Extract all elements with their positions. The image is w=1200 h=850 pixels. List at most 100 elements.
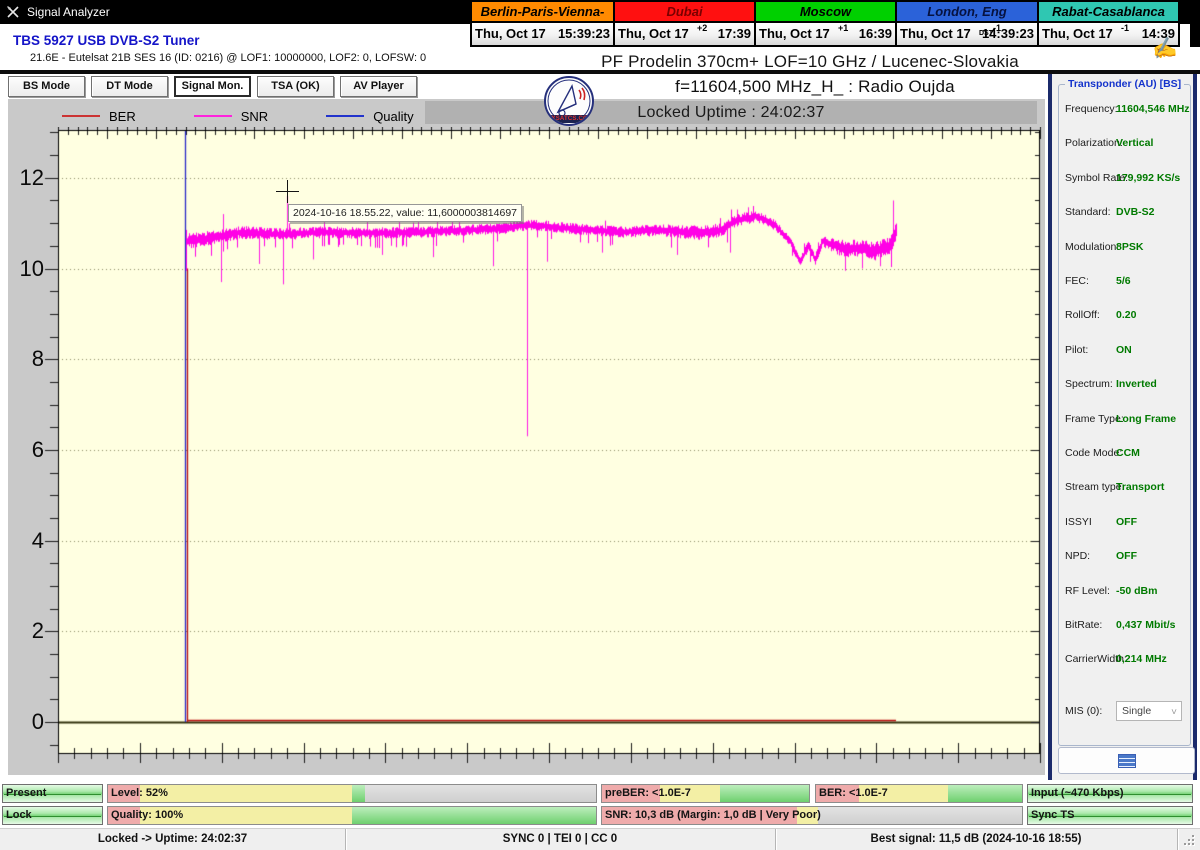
clock-1: Dubai Thu, Oct 17 +2 17:39 bbox=[613, 0, 756, 47]
chart-container: BERSNRQualityLevel Locked Uptime : 24:02… bbox=[8, 99, 1045, 775]
indicator-lock: Lock bbox=[2, 806, 103, 825]
chart-tooltip: 2024-10-16 18.55.22, value: 11,600000381… bbox=[288, 204, 523, 222]
y-tick-label: 0 bbox=[31, 709, 44, 734]
resize-grip[interactable] bbox=[1184, 835, 1196, 847]
bar-label: Input (~470 Kbps) bbox=[1031, 787, 1124, 799]
transponder-panel: Transponder (AU) [BS] Frequency: 11604,54… bbox=[1048, 74, 1197, 780]
meter-empty bbox=[818, 807, 1022, 824]
grip-dot bbox=[1188, 843, 1190, 845]
meter-zone bbox=[352, 807, 596, 824]
tab-row: BS Mode DT Mode Signal Mon. TSA (OK) AV Play… bbox=[8, 76, 417, 97]
signal-analyzer-window: Signal Analyzer TBS 5927 USB DVB-S2 Tune… bbox=[0, 0, 1200, 850]
tp-field-label: ISSYI bbox=[1065, 515, 1092, 528]
stream-list-button[interactable] bbox=[1058, 747, 1195, 774]
clock-date: Thu, Oct 17 bbox=[900, 26, 971, 41]
tp-field-value: -50 dBm bbox=[1116, 584, 1158, 597]
chevron-down-icon: ˅ bbox=[1171, 707, 1177, 718]
legend-label: BER bbox=[109, 108, 136, 124]
clock-2: Moscow Thu, Oct 17 +1 16:39 bbox=[754, 0, 897, 47]
tp-field-label: RF Level: bbox=[1065, 584, 1110, 597]
clock-utc-offset: +1 bbox=[838, 23, 849, 33]
tp-field-label: Standard: bbox=[1065, 206, 1111, 219]
tp-field-label: Code Mode: bbox=[1065, 447, 1123, 459]
meter-quality: Quality: 100% bbox=[107, 806, 597, 825]
bar-label: Quality: 100% bbox=[111, 809, 184, 821]
tp-field-label: Frame Type: bbox=[1065, 412, 1124, 425]
bar-label: Level: 52% bbox=[111, 787, 168, 799]
clock-time-row: Thu, Oct 17 +2 17:39 bbox=[615, 23, 754, 45]
status-bar: Locked -> Uptime: 24:02:37 SYNC 0 | TEI 0… bbox=[0, 828, 1200, 850]
window-title: Signal Analyzer bbox=[27, 5, 110, 19]
meter-zone bbox=[719, 785, 809, 802]
tp-field-label: NPD: bbox=[1065, 550, 1091, 563]
clock-date: Thu, Oct 17 bbox=[618, 26, 689, 41]
mis-value: Single bbox=[1122, 705, 1152, 717]
y-tick-label: 8 bbox=[31, 346, 44, 372]
indicator-input-470-kbps-: Input (~470 Kbps) bbox=[1027, 784, 1193, 803]
world-clock-strip: Berlin-Paris-Vienna-RomaThu, Oct 1715:39… bbox=[470, 0, 1180, 47]
bar-label: Sync TS bbox=[1031, 809, 1075, 821]
meter-zone bbox=[139, 785, 352, 802]
dxsatcs-logo-circle: DXSATCS.COM bbox=[544, 76, 594, 126]
y-tick-label: 10 bbox=[19, 255, 44, 281]
meter-level: Level: 52% bbox=[107, 784, 597, 803]
titlebar-right-filler bbox=[1190, 0, 1200, 47]
status-segment-0: Locked -> Uptime: 24:02:37 bbox=[0, 829, 346, 850]
tp-field-label: Spectrum: bbox=[1065, 378, 1113, 391]
meter-empty bbox=[365, 785, 596, 802]
tp-field-value: Inverted bbox=[1116, 378, 1157, 391]
transponder-title: Transponder (AU) [BS] bbox=[1065, 78, 1185, 90]
locked-uptime-banner: Locked Uptime : 24:02:37 bbox=[425, 101, 1037, 124]
clock-time: 14:39:23 bbox=[981, 26, 1034, 41]
bar-label: Lock bbox=[6, 809, 32, 821]
tp-field-value: 11604,546 MHz bbox=[1116, 103, 1190, 115]
tp-field-label: Frequency: bbox=[1065, 103, 1118, 115]
bar-label: preBER: <1.0E-7 bbox=[605, 787, 691, 799]
meter-ber: BER: <1.0E-7 bbox=[815, 784, 1023, 803]
clock-city-label: Rabat-Casablanca bbox=[1039, 2, 1178, 23]
clock-city-label: Dubai bbox=[615, 2, 754, 23]
tp-field-label: Modulation: bbox=[1065, 240, 1120, 253]
tab-dt-mode[interactable]: DT Mode bbox=[91, 76, 168, 97]
tab-av-player[interactable]: AV Player bbox=[340, 76, 417, 97]
tp-field-value: CCM bbox=[1116, 447, 1140, 459]
tab-tsa-ok-[interactable]: TSA (OK) bbox=[257, 76, 334, 97]
grip-dot bbox=[1192, 835, 1194, 837]
grip-dot bbox=[1192, 839, 1194, 841]
tp-field-value: 5/6 bbox=[1116, 275, 1131, 287]
indicator-sync-ts: Sync TS bbox=[1027, 806, 1193, 825]
meter-zone bbox=[352, 785, 366, 802]
legend-item-quality: Quality bbox=[326, 108, 414, 124]
stream-list-icon bbox=[1117, 753, 1136, 768]
meter-zone bbox=[947, 785, 1022, 802]
clock-city-label: London, Eng bbox=[897, 2, 1037, 23]
clock-time-row: Thu, Oct 17 15:39:23 bbox=[472, 23, 613, 45]
tp-field-value: OFF bbox=[1116, 515, 1137, 528]
clock-utc-offset: -1 bbox=[1121, 23, 1130, 33]
tab-bs-mode[interactable]: BS Mode bbox=[8, 76, 85, 97]
status-segment-1: SYNC 0 | TEI 0 | CC 0 bbox=[345, 829, 776, 850]
tp-field-value: 0,214 MHz bbox=[1116, 653, 1167, 666]
dxsatcs-logo: DXSATCS.COM bbox=[544, 76, 594, 128]
status-segment-2: Best signal: 11,5 dB (2024-10-16 18:55) bbox=[775, 829, 1178, 850]
signature-icon: ✍ bbox=[1150, 36, 1179, 62]
mis-dropdown[interactable]: Single ˅ bbox=[1116, 701, 1182, 721]
tab-signal-mon-[interactable]: Signal Mon. bbox=[174, 76, 251, 97]
y-tick-label: 4 bbox=[31, 527, 44, 553]
clock-time: 16:39 bbox=[858, 26, 892, 41]
clock-date: Thu, Oct 17 bbox=[475, 26, 546, 41]
legend-label: Quality bbox=[373, 108, 414, 124]
clock-city-label: Berlin-Paris-Vienna-Roma bbox=[472, 2, 613, 38]
y-tick-label: 6 bbox=[31, 436, 44, 462]
crosshair-vertical bbox=[287, 180, 288, 203]
dxsatcs-logo-text: DXSATCS.COM bbox=[546, 115, 592, 123]
meter-preber: preBER: <1.0E-7 bbox=[601, 784, 810, 803]
clock-date: Thu, Oct 17 bbox=[1042, 26, 1113, 41]
snr-chart[interactable] bbox=[8, 127, 1045, 775]
tp-field-value: 0.20 bbox=[1116, 309, 1137, 322]
tuner-details: 21.6E - Eutelsat 21B SES 16 (ID: 0216) @… bbox=[30, 52, 427, 64]
tp-field-value: OFF bbox=[1116, 550, 1137, 563]
clock-time-row: Thu, Oct 17 +1 16:39 bbox=[756, 23, 895, 45]
legend-item-snr: SNR bbox=[193, 109, 268, 124]
grip-dot bbox=[1184, 843, 1186, 845]
